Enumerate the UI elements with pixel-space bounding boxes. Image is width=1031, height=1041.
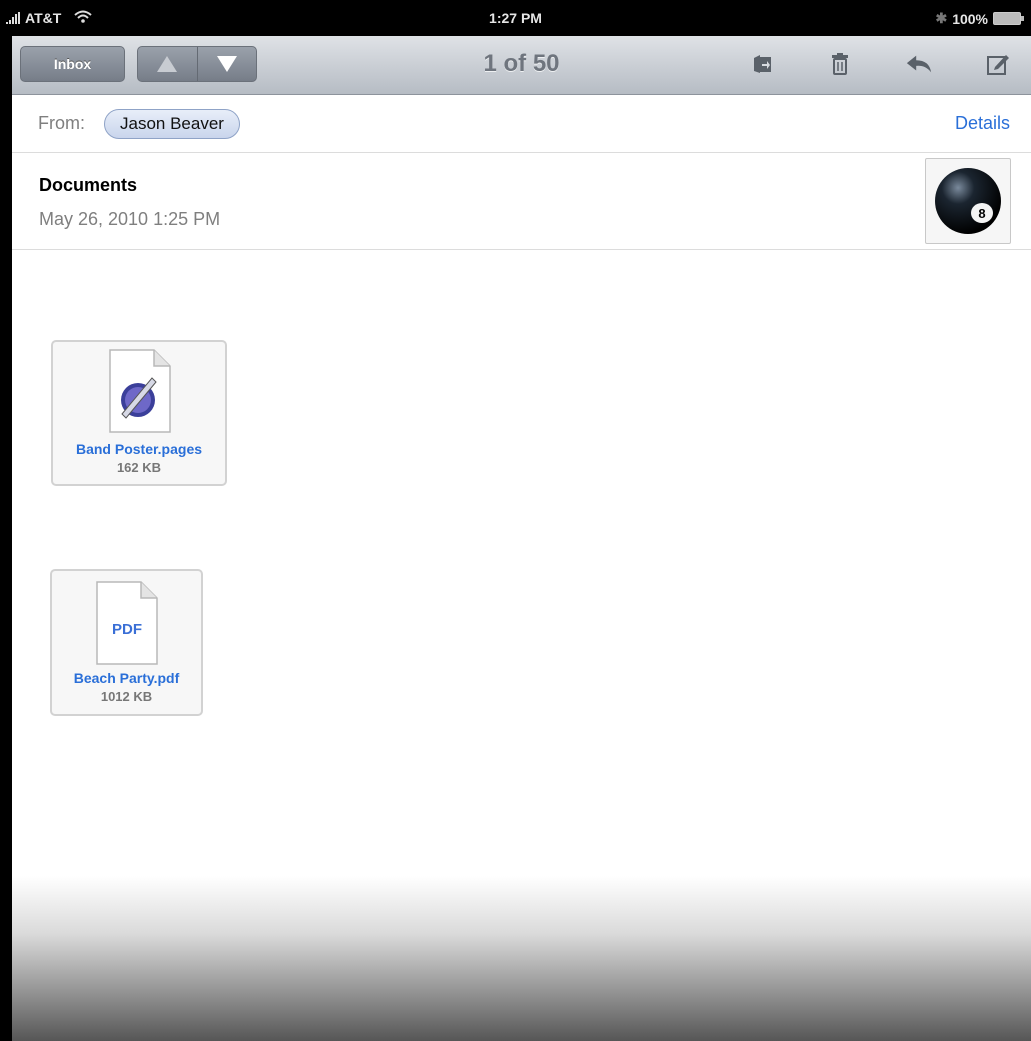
bluetooth-icon: ✱ [935,10,948,26]
attachment-name: Beach Party.pdf [73,670,180,686]
eight-ball-icon: 8 [935,168,1001,234]
compose-icon [987,55,1009,75]
message-counter: 1 of 50 [483,50,560,77]
reply-button[interactable] [905,50,933,78]
pdf-label: PDF [112,621,142,638]
trash-icon [832,53,848,75]
battery-icon [993,12,1024,25]
attachment-tile[interactable]: PDF Beach Party.pdf 1012 KB [50,569,203,716]
pages-document-icon [109,349,171,433]
sender-avatar: 8 [925,158,1011,244]
sender-chip[interactable]: Jason Beaver [104,109,240,139]
message-toolbar: Inbox 1 of 50 [12,36,1031,95]
compose-button[interactable] [984,50,1012,78]
battery-percent: 100% [952,10,988,27]
attachment-name: Band Poster.pages [75,441,203,457]
pdf-document-icon: PDF [96,581,158,665]
message-subject: Documents [39,175,138,195]
details-link[interactable]: Details [955,113,1010,134]
message-date: May 26, 2010 1:25 PM [39,209,221,229]
bottom-fade [12,876,1031,1041]
status-bar: AT&T 1:27 PM ✱ 100% [0,0,1031,36]
move-to-folder-button[interactable] [749,50,777,78]
from-label: From: [38,113,85,133]
message-from-row: From: Jason Beaver Details [12,95,1031,153]
delete-button[interactable] [826,50,854,78]
attachment-size: 1012 KB [100,689,153,704]
attachment-tile[interactable]: Band Poster.pages 162 KB [51,340,227,486]
message-subject-row: Documents May 26, 2010 1:25 PM 8 [12,153,1031,250]
attachment-size: 162 KB [116,460,162,475]
status-right: ✱ 100% [935,10,1025,27]
folder-move-icon [754,55,771,73]
reply-arrow-icon [906,55,932,73]
status-time: 1:27 PM [489,10,542,26]
svg-text:8: 8 [978,206,985,221]
mail-screen: Inbox 1 of 50 From: Jason Beaver Details… [12,36,1031,1041]
